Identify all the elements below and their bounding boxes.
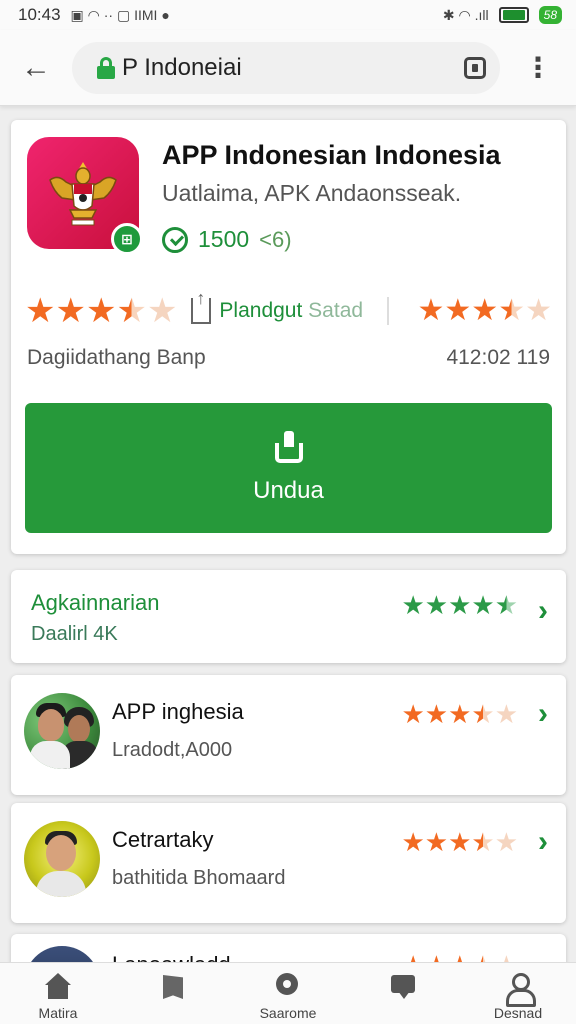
list-item-title: Cetrartaky bbox=[112, 827, 214, 852]
status-left: 10:43 ▣ ◠ ·· ▢ IIMI ● bbox=[18, 5, 170, 25]
secondary-rating-stars: ★ ★ ★ ★ ★ bbox=[417, 296, 552, 326]
star-icon: ★ bbox=[471, 699, 495, 729]
star-icon: ★ bbox=[401, 590, 425, 620]
search-icon bbox=[273, 973, 303, 1001]
star-icon: ★ bbox=[146, 292, 178, 330]
star-icon: ★ bbox=[471, 827, 495, 857]
bottom-navigation: Matira Saarome Desnad bbox=[0, 962, 576, 1024]
nav-search[interactable]: Saarome bbox=[240, 963, 336, 1024]
arrow-left-icon: ← bbox=[21, 50, 51, 84]
app-rating-stars: ★ ★ ★ ★ ★ bbox=[25, 294, 177, 328]
battery-percent: 58 bbox=[538, 6, 562, 24]
check-circle-icon bbox=[162, 226, 188, 253]
download-icon bbox=[274, 431, 304, 463]
download-button[interactable]: Undua bbox=[25, 403, 552, 533]
meta-row: Dagiidathang Banp 412:02 119 bbox=[27, 346, 550, 370]
list-item-title: APP inghesia bbox=[112, 699, 244, 724]
url-text: P Indoneiai bbox=[122, 53, 242, 81]
status-bar: 10:43 ▣ ◠ ·· ▢ IIMI ● ✱ ◠ .ıll 58 bbox=[0, 0, 576, 30]
category-card[interactable]: Agkainnarian Daalirl 4K ★ ★ ★ ★ ★ › bbox=[11, 570, 566, 663]
list-item-rating-stars: ★★★★★ bbox=[401, 701, 518, 727]
star-icon: ★ bbox=[424, 827, 449, 857]
star-icon: ★ bbox=[401, 699, 425, 729]
share-link[interactable]: Plandgut Satad bbox=[191, 288, 364, 324]
star-icon: ★ bbox=[471, 590, 495, 620]
chat-icon bbox=[388, 973, 418, 1001]
notification-icons: ▣ ◠ ·· ▢ IIMI ● bbox=[70, 6, 170, 23]
chevron-right-icon: › bbox=[538, 825, 548, 858]
star-icon: ★ bbox=[494, 699, 518, 729]
address-bar[interactable]: P Indoneiai bbox=[72, 41, 500, 94]
category-subtitle: Daalirl 4K bbox=[31, 623, 118, 645]
list-item-rating-stars: ★★★★★ bbox=[401, 829, 518, 855]
meta-left: Dagiidathang Banp bbox=[27, 346, 206, 369]
nav-library[interactable] bbox=[125, 963, 221, 1024]
signal-icons: ✱ ◠ .ıll bbox=[442, 6, 489, 23]
list-item-subtitle: bathitida Bhomaard bbox=[112, 867, 286, 889]
star-icon: ★ bbox=[494, 827, 518, 857]
star-icon: ★ bbox=[448, 699, 472, 729]
more-vert-icon: ⋮ bbox=[524, 52, 552, 83]
star-icon: ★ bbox=[494, 590, 518, 620]
home-icon bbox=[43, 973, 73, 1001]
status-time: 10:43 bbox=[18, 5, 61, 24]
verified-badge-icon: ⊞ bbox=[111, 223, 143, 255]
star-icon: ★ bbox=[498, 294, 526, 327]
nav-label: Saarome bbox=[259, 1005, 317, 1021]
nav-label: Matira bbox=[38, 1005, 78, 1021]
app-count-extra: <6) bbox=[259, 226, 292, 252]
status-right: ✱ ◠ .ıll 58 bbox=[443, 6, 562, 24]
category-rating-stars: ★ ★ ★ ★ ★ bbox=[401, 592, 518, 618]
app-subtitle: Uatlaima, APK Andaonsseak. bbox=[162, 180, 462, 206]
meta-right: 412:02 119 bbox=[446, 346, 550, 369]
star-icon: ★ bbox=[424, 699, 449, 729]
star-icon: ★ bbox=[55, 292, 86, 330]
star-icon: ★ bbox=[25, 292, 56, 330]
avatar bbox=[24, 821, 100, 897]
tabs-icon[interactable] bbox=[464, 56, 486, 79]
app-title: APP Indonesian Indonesia bbox=[162, 140, 501, 170]
list-item[interactable]: APP inghesia Lradodt,A000 ★ ★ ★ ★ ★ › bbox=[11, 675, 566, 795]
star-icon: ★ bbox=[471, 294, 499, 327]
nav-label: Desnad bbox=[493, 1005, 543, 1021]
app-detail-card: ⊞ APP Indonesian Indonesia Uatlaima, APK… bbox=[11, 120, 566, 554]
star-icon: ★ bbox=[116, 292, 147, 330]
app-count: 1500 bbox=[198, 226, 250, 252]
download-label: Undua bbox=[253, 477, 324, 504]
more-options-button[interactable]: ⋮ bbox=[500, 30, 576, 106]
list-item[interactable]: Cetrartaky bathitida Bhomaard ★ ★ ★ ★ ★ › bbox=[11, 803, 566, 923]
bookmark-icon bbox=[158, 973, 188, 1001]
chevron-right-icon: › bbox=[538, 594, 548, 627]
app-count-row: 1500 <6) bbox=[162, 226, 292, 253]
nav-messages[interactable] bbox=[355, 963, 451, 1024]
star-icon: ★ bbox=[401, 827, 425, 857]
rating-row: ★★★★★ Plandgut Satad ★★★★★ bbox=[25, 288, 552, 334]
share-label: Plandgut Satad bbox=[219, 299, 364, 322]
user-icon bbox=[503, 973, 536, 1007]
star-icon: ★ bbox=[448, 590, 472, 620]
star-icon: ★ bbox=[424, 590, 449, 620]
lock-icon bbox=[96, 56, 116, 79]
nav-home[interactable]: Matira bbox=[10, 963, 106, 1024]
divider bbox=[387, 297, 390, 325]
star-icon: ★ bbox=[85, 292, 117, 330]
browser-toolbar: ← P Indoneiai ⋮ bbox=[0, 30, 576, 106]
back-button[interactable]: ← bbox=[0, 30, 72, 106]
app-icon[interactable]: ⊞ bbox=[27, 137, 143, 255]
category-title: Agkainnarian bbox=[31, 590, 160, 615]
star-icon: ★ bbox=[417, 294, 445, 327]
garuda-emblem-icon bbox=[49, 162, 117, 226]
star-icon: ★ bbox=[444, 294, 472, 327]
avatar bbox=[24, 693, 100, 769]
share-icon bbox=[191, 288, 212, 324]
battery-icon bbox=[498, 7, 529, 23]
star-icon: ★ bbox=[448, 827, 472, 857]
star-icon: ★ bbox=[525, 294, 552, 327]
list-item-subtitle: Lradodt,A000 bbox=[112, 739, 233, 761]
nav-profile[interactable]: Desnad bbox=[470, 963, 566, 1024]
chevron-right-icon: › bbox=[538, 697, 548, 730]
